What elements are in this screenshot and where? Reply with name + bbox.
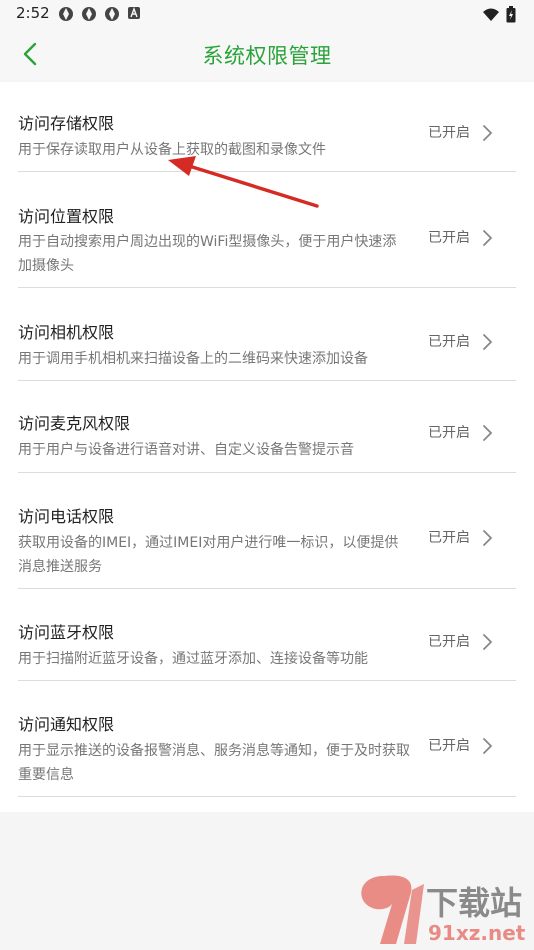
permission-desc: 用于调用手机相机来扫描设备上的二维码来快速添加设备 xyxy=(18,351,368,367)
wifi-icon xyxy=(483,8,499,21)
chevron-right-icon xyxy=(483,738,493,754)
chevron-right-icon xyxy=(483,125,493,141)
status-right-icons xyxy=(482,6,516,23)
permission-item-bluetooth[interactable]: 访问蓝牙权限 用于扫描附近蓝牙设备，通过蓝牙添加、连接设备等功能 已开启 xyxy=(18,588,516,681)
permission-item-microphone[interactable]: 访问麦克风权限 用于用户与设备进行语音对讲、自定义设备告警提示音 已开启 xyxy=(18,380,516,473)
notification-icon xyxy=(82,7,96,21)
permission-item-camera[interactable]: 访问相机权限 用于调用手机相机来扫描设备上的二维码来快速添加设备 已开启 xyxy=(18,287,516,381)
permission-status: 已开启 xyxy=(428,634,470,650)
a-icon xyxy=(128,7,140,19)
header: 系统权限管理 xyxy=(0,28,534,80)
permission-desc: 用于扫描附近蓝牙设备，通过蓝牙添加、连接设备等功能 xyxy=(18,651,368,667)
permission-status: 已开启 xyxy=(428,530,470,546)
permission-item-notification[interactable]: 访问通知权限 用于显示推送的设备报警消息、服务消息等通知，便于及时获取重要信息 … xyxy=(18,680,516,797)
chevron-right-icon xyxy=(483,334,493,350)
chevron-right-icon xyxy=(483,634,493,650)
chevron-right-icon xyxy=(483,230,493,246)
permission-status: 已开启 xyxy=(428,334,470,350)
permission-status: 已开启 xyxy=(428,425,470,441)
permission-desc: 用于显示推送的设备报警消息、服务消息等通知，便于及时获取重要信息 xyxy=(18,743,410,783)
status-bar: 2:52 xyxy=(0,0,534,28)
permission-status: 已开启 xyxy=(428,738,470,754)
permission-status: 已开启 xyxy=(428,230,470,246)
permission-title: 访问位置权限 xyxy=(18,207,115,226)
watermark-brand: 下载站 xyxy=(426,884,522,922)
watermark-site: 91xz.net xyxy=(428,921,526,945)
permission-desc: 获取用设备的IMEI，通过IMEI对用户进行唯一标识，以便提供消息推送服务 xyxy=(18,535,399,575)
permission-item-phone[interactable]: 访问电话权限 获取用设备的IMEI，通过IMEI对用户进行唯一标识，以便提供消息… xyxy=(18,472,516,589)
permission-desc: 用于用户与设备进行语音对讲、自定义设备告警提示音 xyxy=(18,442,354,458)
permission-title: 访问蓝牙权限 xyxy=(18,623,115,642)
permission-title: 访问电话权限 xyxy=(18,507,115,526)
notification-icon xyxy=(59,7,73,21)
status-time: 2:52 xyxy=(16,4,50,22)
page-title: 系统权限管理 xyxy=(202,44,332,68)
permission-title: 访问相机权限 xyxy=(18,323,115,342)
permission-desc: 用于自动搜索用户周边出现的WiFi型摄像头，便于用户快速添加摄像头 xyxy=(18,234,397,274)
chevron-right-icon xyxy=(483,425,493,441)
permission-title: 访问存储权限 xyxy=(18,114,115,133)
permission-title: 访问通知权限 xyxy=(18,715,115,734)
permission-status: 已开启 xyxy=(428,125,470,141)
notification-icon xyxy=(105,7,119,21)
chevron-right-icon xyxy=(483,530,493,546)
permission-title: 访问麦克风权限 xyxy=(18,414,131,433)
annotation-arrow-icon xyxy=(168,156,319,208)
status-notification-icons xyxy=(58,6,141,22)
watermark-logo: 下载站 91xz.net xyxy=(361,875,526,945)
battery-icon xyxy=(506,6,516,23)
